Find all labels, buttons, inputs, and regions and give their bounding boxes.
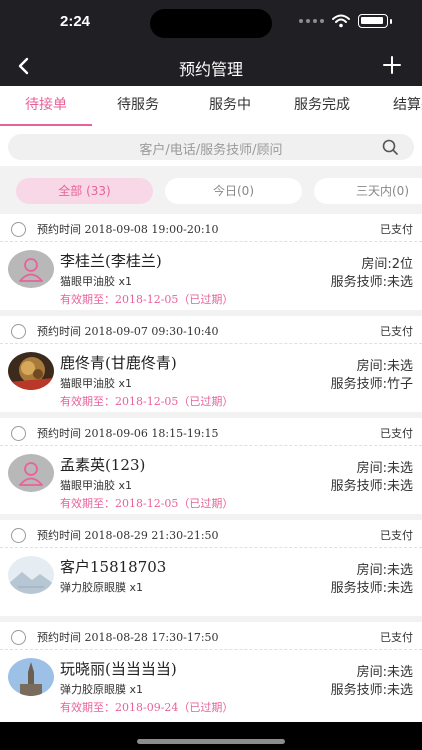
avatar [8, 658, 54, 696]
appointment-card[interactable]: 预约时间 2018-09-06 18:15-19:15 已支付 孟素英(123)… [0, 418, 422, 514]
search-placeholder: 客户/电话/服务技师/顾问 [139, 143, 283, 158]
filter-today[interactable]: 今日(0) [165, 178, 302, 204]
search-input[interactable]: 客户/电话/服务技师/顾问 [8, 134, 414, 160]
landscape-photo-icon [8, 556, 54, 594]
appointment-time: 预约时间 2018-08-28 17:30-17:50 [37, 631, 219, 644]
camera-notch [150, 9, 272, 38]
appointment-time: 预约时间 2018-08-29 21:30-21:50 [37, 529, 219, 542]
avatar [8, 352, 54, 390]
flower-photo-icon [8, 352, 54, 390]
customer-name: 李桂兰(李桂兰) [60, 252, 162, 270]
appointment-time: 预约时间 2018-09-06 18:15-19:15 [37, 427, 219, 440]
card-header: 预约时间 2018-09-07 09:30-10:40 已支付 [0, 316, 422, 344]
tower-photo-icon [8, 658, 54, 696]
tab-pending[interactable]: 待接单 [0, 86, 92, 126]
home-bar [0, 722, 422, 750]
payment-status: 已支付 [380, 223, 413, 236]
battery-tip [390, 18, 392, 24]
appointment-time: 预约时间 2018-09-07 09:30-10:40 [37, 325, 219, 338]
filter-three-days[interactable]: 三天内(0) [314, 178, 422, 204]
technician-info: 服务技师:未选 [330, 683, 413, 698]
expiry-date: 有效期至：2018-12-05（已过期） [60, 497, 234, 510]
filter-chips: 全部 (33) 今日(0) 三天内(0) [0, 176, 422, 206]
expiry-date: 有效期至：2018-12-05（已过期） [60, 395, 234, 408]
filter-all[interactable]: 全部 (33) [16, 178, 153, 204]
customer-name: 客户15818703 [60, 558, 167, 576]
payment-status: 已支付 [380, 325, 413, 338]
appointment-card[interactable]: 预约时间 2018-08-29 21:30-21:50 已支付 客户158187… [0, 520, 422, 616]
payment-status: 已支付 [380, 427, 413, 440]
status-time: 2:24 [60, 13, 91, 30]
add-button[interactable] [382, 55, 402, 75]
signal-icon [299, 19, 324, 23]
room-info: 房间:未选 [356, 461, 413, 476]
service-item: 猫眼甲油胶 x1 [60, 377, 133, 390]
room-info: 房间:未选 [356, 665, 413, 680]
app-header: 2:24 预约管理 [0, 0, 422, 86]
select-radio[interactable] [11, 324, 26, 339]
select-radio[interactable] [11, 426, 26, 441]
tab-settled[interactable]: 结算完 [368, 86, 422, 126]
technician-info: 服务技师:未选 [330, 479, 413, 494]
customer-name: 孟素英(123) [60, 456, 146, 474]
card-header: 预约时间 2018-09-06 18:15-19:15 已支付 [0, 418, 422, 446]
card-header: 预约时间 2018-09-08 19:00-20:10 已支付 [0, 214, 422, 242]
wifi-icon [332, 14, 350, 28]
page-title: 预约管理 [178, 60, 243, 79]
avatar [8, 556, 54, 594]
technician-info: 服务技师:竹子 [330, 377, 413, 392]
avatar [8, 250, 54, 288]
tab-completed[interactable]: 服务完成 [276, 86, 368, 126]
select-radio[interactable] [11, 222, 26, 237]
status-icons [299, 14, 392, 28]
card-header: 预约时间 2018-08-29 21:30-21:50 已支付 [0, 520, 422, 548]
appointment-card[interactable]: 预约时间 2018-08-28 17:30-17:50 已支付 玩晓丽(当当当当… [0, 622, 422, 722]
user-icon [8, 250, 54, 288]
service-item: 猫眼甲油胶 x1 [60, 275, 133, 288]
service-item: 猫眼甲油胶 x1 [60, 479, 133, 492]
search-bar: 客户/电话/服务技师/顾问 [0, 126, 422, 166]
service-item: 弹力胶原眼膜 x1 [60, 683, 144, 696]
room-info: 房间:未选 [356, 359, 413, 374]
technician-info: 服务技师:未选 [330, 581, 413, 596]
room-info: 房间:未选 [356, 563, 413, 578]
appointment-card[interactable]: 预约时间 2018-09-08 19:00-20:10 已支付 李桂兰(李桂兰)… [0, 214, 422, 310]
card-header: 预约时间 2018-08-28 17:30-17:50 已支付 [0, 622, 422, 650]
tab-in-service[interactable]: 服务中 [184, 86, 276, 126]
user-icon [8, 454, 54, 492]
payment-status: 已支付 [380, 529, 413, 542]
select-radio[interactable] [11, 630, 26, 645]
battery-icon [358, 14, 388, 28]
appointment-time: 预约时间 2018-09-08 19:00-20:10 [37, 223, 219, 236]
appointment-card[interactable]: 预约时间 2018-09-07 09:30-10:40 已支付 鹿佟青(甘鹿佟青… [0, 316, 422, 412]
service-item: 弹力胶原眼膜 x1 [60, 581, 144, 594]
expiry-date: 有效期至：2018-09-24（已过期） [60, 701, 234, 714]
expiry-date: 有效期至：2018-12-05（已过期） [60, 293, 234, 306]
search-icon[interactable] [382, 139, 398, 155]
select-radio[interactable] [11, 528, 26, 543]
tab-to-serve[interactable]: 待服务 [92, 86, 184, 126]
home-indicator[interactable] [137, 739, 285, 744]
customer-name: 玩晓丽(当当当当) [60, 660, 177, 678]
technician-info: 服务技师:未选 [330, 275, 413, 290]
payment-status: 已支付 [380, 631, 413, 644]
customer-name: 鹿佟青(甘鹿佟青) [60, 354, 177, 372]
avatar [8, 454, 54, 492]
status-tabs: 待接单 待服务 服务中 服务完成 结算完 [0, 86, 422, 126]
room-info: 房间:2位 [361, 257, 413, 272]
